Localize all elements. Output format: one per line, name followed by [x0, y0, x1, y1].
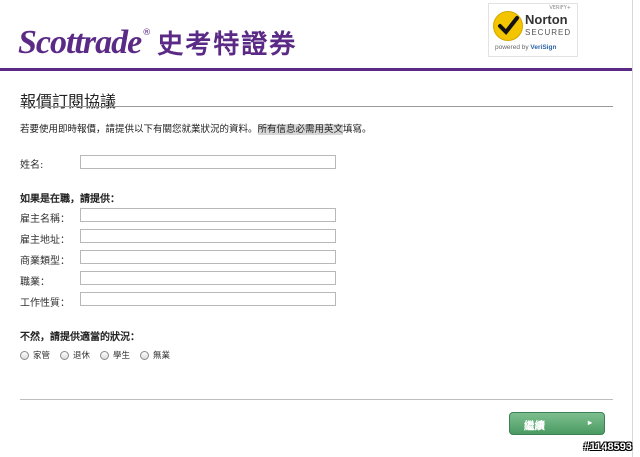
name-input[interactable]: [80, 155, 336, 169]
radio-button[interactable]: [20, 350, 29, 360]
norton-name: Norton: [525, 12, 568, 27]
job-nature-input[interactable]: [80, 292, 336, 306]
employer-address-input[interactable]: [80, 229, 336, 243]
intro-highlight: 所有信息必需用英文: [257, 124, 344, 135]
status-option-label: 無業: [153, 351, 171, 361]
status-radio-group: 家管 退休 學生 無業: [20, 349, 180, 361]
logo-registered-mark: ®: [142, 28, 152, 38]
employer-name-label: 雇主名稱：: [20, 214, 70, 225]
status-option-label: 家管: [33, 351, 51, 361]
continue-button[interactable]: 繼續 ▸: [509, 412, 605, 435]
status-option-label: 退休: [73, 351, 91, 361]
occupation-label: 職業：: [20, 277, 50, 288]
status-option-student[interactable]: 學生: [100, 349, 130, 361]
status-option-retired[interactable]: 退休: [60, 349, 90, 361]
business-type-label: 商業類型：: [20, 256, 70, 267]
radio-button[interactable]: [100, 350, 110, 360]
occupation-input[interactable]: [80, 271, 336, 285]
radio-button[interactable]: [60, 350, 70, 360]
page-right-border: [632, 0, 633, 457]
scottrade-logo[interactable]: Scottrade ® 史考特證券: [18, 24, 297, 64]
watermark-text: #1148593: [583, 441, 632, 453]
status-option-label: 學生: [113, 351, 131, 361]
status-heading: 不然，請提供適當的狀況：: [20, 332, 140, 343]
powered-prefix: powered by: [495, 44, 531, 51]
status-option-homemaker[interactable]: 家管: [20, 349, 50, 361]
norton-secured-text: SECURED: [525, 28, 572, 37]
status-option-unemployed[interactable]: 無業: [140, 349, 170, 361]
intro-text: 若要使用即時報價，請提供以下有關您就業狀況的資料。所有信息必需用英文填寫。: [20, 121, 372, 135]
footer-divider: [20, 399, 613, 400]
page-title: 報價訂閱協議: [20, 92, 117, 111]
employer-name-input[interactable]: [80, 208, 336, 222]
business-type-input[interactable]: [80, 250, 336, 264]
checkmark-icon: [493, 11, 523, 41]
intro-main: 若要使用即時報價，請提供以下有關您就業狀況的資料。: [20, 124, 258, 135]
page-header: Scottrade ® 史考特證券 VERIFY+ Norton SECURED…: [0, 0, 640, 70]
continue-label: 繼續: [524, 420, 545, 432]
arrow-right-icon: ▸: [587, 418, 592, 427]
intro-tail: 填寫。: [343, 124, 372, 135]
radio-button[interactable]: [140, 350, 150, 360]
norton-powered-by: powered by VeriSign: [495, 44, 556, 51]
norton-secured-badge[interactable]: VERIFY+ Norton SECURED powered by VeriSi…: [488, 3, 578, 57]
job-nature-label: 工作性質：: [20, 298, 70, 309]
verisign-brand: VeriSign: [530, 44, 557, 51]
employer-address-label: 雇主地址：: [20, 235, 70, 246]
title-divider: [20, 106, 613, 107]
logo-chinese-name: 史考特證券: [157, 30, 298, 60]
header-divider: [0, 68, 632, 71]
norton-verify-text: VERIFY+: [549, 5, 571, 11]
logo-wordmark: Scottrade: [18, 24, 142, 61]
employed-heading: 如果是在職，請提供：: [20, 194, 120, 205]
name-label: 姓名:: [20, 160, 44, 171]
